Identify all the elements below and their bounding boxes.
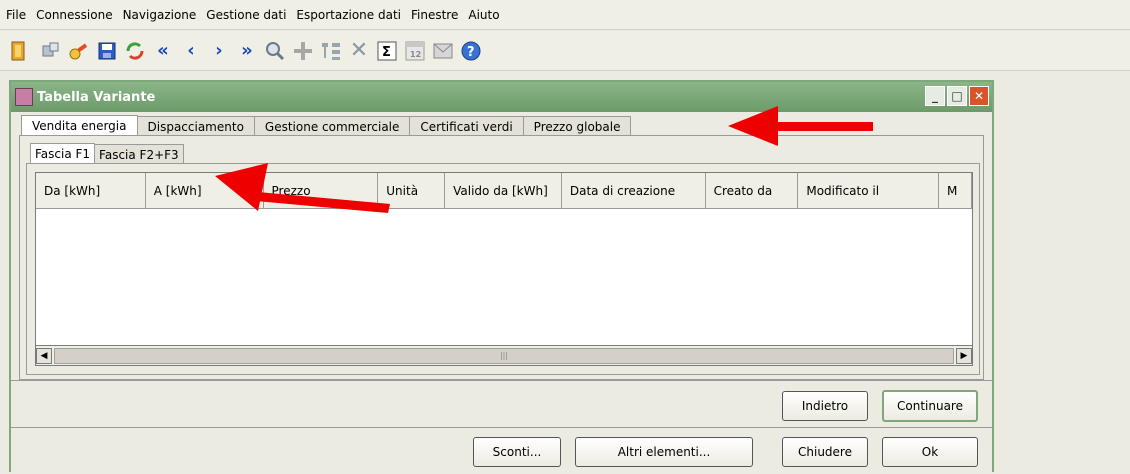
annotation-arrows (215, 106, 873, 213)
arrow-to-table-header (215, 163, 390, 213)
arrow-to-tabs (728, 106, 873, 146)
